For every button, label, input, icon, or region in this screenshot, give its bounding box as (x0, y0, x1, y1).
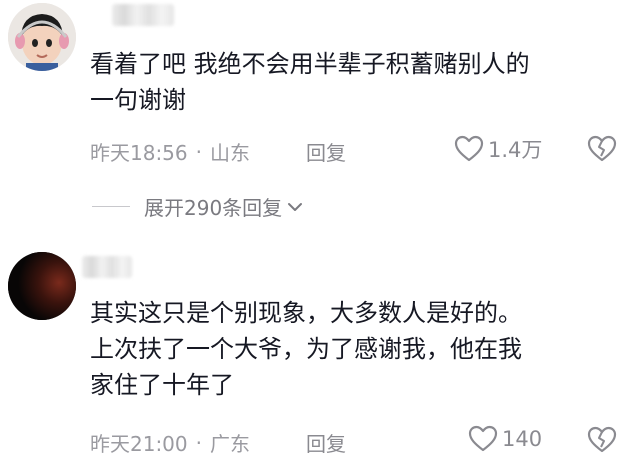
heart-outline-icon (468, 425, 498, 452)
comment-text-2: 其实这只是个别现象，大多数人是好的。 上次扶了一个大爷，为了感谢我，他在我 家住… (90, 295, 522, 403)
cartoon-avatar-image (8, 3, 76, 71)
commenter-avatar-2[interactable] (8, 252, 76, 320)
broken-heart-icon (587, 426, 617, 453)
comment-meta-1: 昨天18:56 · 山东 (90, 137, 250, 166)
dislike-button-2[interactable] (586, 426, 618, 458)
comment-line: 其实这只是个别现象，大多数人是好的。 (90, 299, 522, 327)
expand-divider-line (92, 206, 130, 207)
comment-text-1: 看着了吧 我绝不会用半辈子积蓄赌别人的 一句谢谢 (90, 46, 530, 118)
commenter-avatar-1[interactable] (8, 3, 76, 71)
like-button-1[interactable]: 1.4万 (454, 134, 542, 164)
username-blurred-2[interactable] (82, 256, 132, 278)
like-button-2[interactable]: 140 (468, 425, 542, 453)
comment-location: 山东 (210, 141, 250, 165)
comment-time: 昨天21:00 (90, 432, 188, 456)
comment-location: 广东 (210, 432, 250, 456)
like-count: 140 (502, 427, 543, 451)
expand-replies-label: 展开290条回复 (144, 196, 283, 220)
dark-avatar-image (8, 252, 76, 320)
comment-meta-2: 昨天21:00 · 广东 (90, 428, 250, 457)
like-count: 1.4万 (488, 138, 543, 162)
comment-line: 看着了吧 我绝不会用半辈子积蓄赌别人的 (90, 50, 530, 78)
separator: · (195, 430, 202, 455)
broken-heart-icon (587, 135, 617, 162)
comment-time: 昨天18:56 (90, 141, 188, 165)
expand-replies-button[interactable]: 展开290条回复 (92, 192, 304, 221)
reply-button-1[interactable]: 回复 (306, 137, 346, 166)
reply-button-2[interactable]: 回复 (306, 428, 346, 457)
separator: · (195, 139, 202, 164)
chevron-down-icon (288, 202, 303, 211)
heart-outline-icon (454, 135, 484, 162)
comment-line: 家住了十年了 (90, 371, 234, 399)
comment-line: 一句谢谢 (90, 86, 186, 114)
username-blurred-1[interactable] (112, 4, 174, 26)
dislike-button-1[interactable] (586, 135, 618, 167)
comment-line: 上次扶了一个大爷，为了感谢我，他在我 (90, 335, 522, 363)
